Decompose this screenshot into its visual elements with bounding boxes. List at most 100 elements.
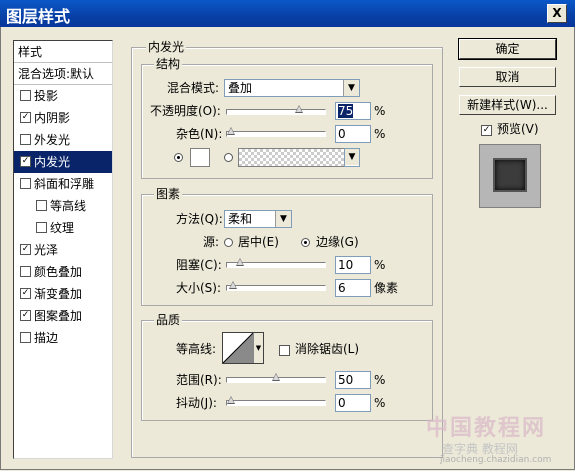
- ok-button[interactable]: 确定: [458, 38, 557, 60]
- contour-curve-icon: [222, 332, 254, 364]
- close-button[interactable]: X: [547, 4, 567, 23]
- cancel-button[interactable]: 取消: [459, 67, 556, 87]
- choke-label: 阻塞(C):: [176, 258, 222, 272]
- opacity-slider-thumb[interactable]: [294, 105, 303, 113]
- new-style-button[interactable]: 新建样式(W)...: [459, 95, 556, 115]
- style-item-label: 纹理: [50, 221, 75, 235]
- technique-select[interactable]: 柔和 ▼: [224, 210, 292, 228]
- style-item[interactable]: ✓ 内阴影: [14, 107, 112, 129]
- jitter-label: 抖动(J):: [176, 396, 217, 410]
- style-preview-thumbnail: [479, 144, 541, 208]
- opacity-slider[interactable]: [226, 105, 326, 115]
- choke-slider[interactable]: [226, 258, 326, 268]
- size-slider-thumb[interactable]: [229, 281, 238, 289]
- preview-label[interactable]: 预览(V): [497, 121, 539, 137]
- style-item[interactable]: ✓ 内发光: [14, 151, 112, 173]
- style-item[interactable]: 斜面和浮雕: [14, 173, 112, 195]
- preview-checkbox[interactable]: ✓: [481, 124, 495, 138]
- styles-list: 样式 混合选项:默认 投影 ✓ 内阴影 外发光 ✓ 内发光 斜面和浮雕 等高线 纹理 ✓ 光泽 颜色叠…: [13, 40, 113, 459]
- blend-mode-label: 混合模式:: [167, 81, 220, 95]
- style-item-checkbox[interactable]: [20, 266, 31, 277]
- style-item[interactable]: ✓ 渐变叠加: [14, 283, 112, 305]
- style-item-checkbox[interactable]: [20, 178, 31, 189]
- style-item-checkbox[interactable]: ✓: [20, 156, 31, 167]
- source-label: 源:: [203, 235, 220, 249]
- size-input[interactable]: 6: [335, 279, 371, 297]
- style-item-label: 图案叠加: [34, 309, 83, 323]
- watermark-logo: 中国教程网: [426, 416, 547, 441]
- choke-slider-thumb[interactable]: [236, 258, 244, 266]
- chevron-down-icon: ▼: [343, 80, 359, 96]
- style-item[interactable]: 描边: [14, 327, 112, 349]
- opacity-input[interactable]: 75: [335, 102, 371, 120]
- style-item[interactable]: 纹理: [14, 217, 112, 239]
- opacity-label: 不透明度(O):: [150, 104, 221, 118]
- style-item-label: 颜色叠加: [34, 265, 83, 279]
- style-item-checkbox[interactable]: ✓: [20, 112, 31, 123]
- range-slider[interactable]: [226, 373, 326, 383]
- style-item-label: 斜面和浮雕: [34, 177, 95, 191]
- style-item-checkbox[interactable]: [20, 134, 31, 145]
- style-item-checkbox[interactable]: [20, 90, 31, 101]
- style-item[interactable]: ✓ 图案叠加: [14, 305, 112, 327]
- range-unit: %: [374, 373, 386, 387]
- source-center-label[interactable]: 居中(E): [238, 234, 279, 250]
- structure-title: 结构: [154, 57, 183, 71]
- jitter-unit: %: [374, 396, 386, 410]
- technique-label: 方法(Q):: [176, 212, 223, 226]
- watermark-url: jiaocheng.chazidian.com: [440, 455, 552, 465]
- source-edge-label[interactable]: 边缘(G): [316, 234, 359, 250]
- style-item-label: 描边: [34, 331, 59, 345]
- style-item-label: 投影: [34, 89, 59, 103]
- jitter-input[interactable]: 0: [335, 394, 371, 412]
- gradient-picker-button[interactable]: ▼: [344, 148, 360, 167]
- style-item-checkbox[interactable]: ✓: [20, 288, 31, 299]
- style-item-label: 光泽: [34, 243, 59, 257]
- noise-unit: %: [374, 127, 386, 141]
- noise-input[interactable]: 0: [335, 125, 371, 143]
- choke-unit: %: [374, 258, 386, 272]
- blend-mode-value: 叠加: [228, 81, 253, 95]
- jitter-slider-thumb[interactable]: [227, 396, 235, 404]
- source-center-radio[interactable]: [224, 238, 233, 247]
- contour-picker[interactable]: ▼: [222, 332, 264, 364]
- chevron-down-icon: ▼: [253, 333, 263, 363]
- style-item-checkbox[interactable]: [20, 332, 31, 343]
- style-item[interactable]: 颜色叠加: [14, 261, 112, 283]
- chevron-down-icon: ▼: [345, 149, 359, 165]
- elements-title: 图素: [154, 187, 183, 201]
- jitter-slider[interactable]: [226, 396, 326, 406]
- antialias-label[interactable]: 消除锯齿(L): [295, 341, 359, 357]
- style-item[interactable]: 外发光: [14, 129, 112, 151]
- source-edge-radio[interactable]: [301, 238, 310, 247]
- noise-slider-thumb[interactable]: [227, 127, 235, 135]
- inner-glow-title: 内发光: [146, 40, 187, 54]
- style-item-checkbox[interactable]: ✓: [20, 244, 31, 255]
- style-item-label: 等高线: [50, 199, 87, 213]
- style-item-label: 外发光: [34, 133, 71, 147]
- glow-gradient-swatch[interactable]: [238, 148, 346, 167]
- noise-slider[interactable]: [226, 127, 326, 137]
- title-bar: 图层样式 X: [0, 0, 575, 27]
- style-item-label: 渐变叠加: [34, 287, 83, 301]
- blend-options-default[interactable]: 混合选项:默认: [14, 63, 112, 85]
- style-item-label: 内发光: [34, 155, 71, 169]
- style-item-checkbox[interactable]: ✓: [20, 310, 31, 321]
- opacity-unit: %: [374, 104, 386, 118]
- range-slider-thumb[interactable]: [272, 373, 280, 381]
- style-item[interactable]: 等高线: [14, 195, 112, 217]
- antialias-checkbox[interactable]: [279, 344, 293, 358]
- styles-header[interactable]: 样式: [14, 41, 112, 63]
- style-item[interactable]: ✓ 光泽: [14, 239, 112, 261]
- size-slider[interactable]: [226, 281, 326, 291]
- glow-color-swatch[interactable]: [190, 148, 210, 167]
- gradient-mode-radio[interactable]: [224, 153, 233, 162]
- color-mode-radio[interactable]: [174, 153, 183, 162]
- style-item-checkbox[interactable]: [36, 200, 47, 211]
- choke-input[interactable]: 10: [335, 256, 371, 274]
- range-input[interactable]: 50: [335, 371, 371, 389]
- style-item[interactable]: 投影: [14, 85, 112, 107]
- window-title: 图层样式: [6, 7, 71, 26]
- blend-mode-select[interactable]: 叠加 ▼: [224, 79, 360, 97]
- style-item-checkbox[interactable]: [36, 222, 47, 233]
